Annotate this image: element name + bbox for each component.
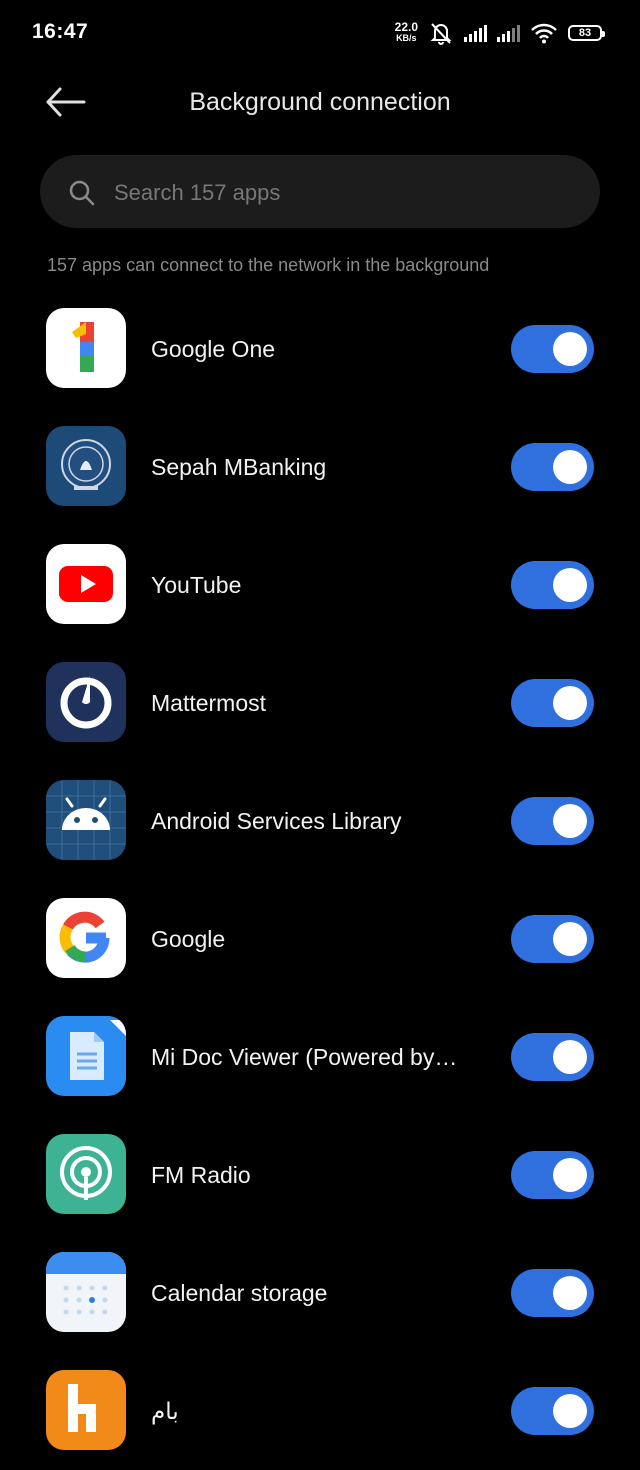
list-item[interactable]: Mattermost: [0, 644, 640, 762]
app-name: بام: [151, 1398, 179, 1424]
background-toggle[interactable]: [511, 915, 594, 963]
list-item[interactable]: FM Radio: [0, 1116, 640, 1234]
background-toggle[interactable]: [511, 797, 594, 845]
status-icons: 22.0 KB/s 83: [394, 18, 605, 48]
app-name: FM Radio: [151, 1162, 251, 1188]
background-toggle[interactable]: [511, 1033, 594, 1081]
list-item[interactable]: بام: [0, 1352, 640, 1470]
mute-bell-icon: [430, 23, 452, 45]
search-bar[interactable]: [40, 155, 600, 230]
list-item[interactable]: Google: [0, 880, 640, 998]
list-item[interactable]: Sepah MBanking: [0, 408, 640, 526]
android-icon: [46, 780, 126, 860]
app-name: Calendar storage: [151, 1280, 328, 1306]
list-item[interactable]: YouTube: [0, 526, 640, 644]
background-toggle[interactable]: [511, 325, 594, 373]
list-item[interactable]: Google One: [0, 290, 640, 408]
background-toggle[interactable]: [511, 561, 594, 609]
status-bar: 16:47 22.0 KB/s 83: [0, 0, 640, 64]
bam-icon: [46, 1370, 126, 1450]
list-item[interactable]: Calendar storage: [0, 1234, 640, 1352]
battery-level: 83: [578, 27, 592, 39]
app-name: YouTube: [151, 572, 242, 598]
background-toggle[interactable]: [511, 1151, 594, 1199]
mi-doc-viewer-icon: [46, 1016, 126, 1096]
wifi-icon: [531, 23, 557, 44]
list-item[interactable]: Mi Doc Viewer (Powered by…: [0, 998, 640, 1116]
app-name: Android Services Library: [151, 808, 402, 834]
page-title: Background connection: [189, 88, 451, 116]
network-speed-value: 22.0: [394, 20, 418, 34]
google-one-icon: [46, 308, 126, 388]
app-name: Sepah MBanking: [151, 454, 327, 480]
mattermost-icon: [46, 662, 126, 742]
youtube-icon: [46, 544, 126, 624]
calendar-storage-icon: [46, 1252, 126, 1332]
background-toggle[interactable]: [511, 1387, 594, 1435]
background-toggle[interactable]: [511, 1269, 594, 1317]
search-icon: [69, 180, 95, 206]
app-name: Google One: [151, 336, 276, 362]
signal-icon: [497, 24, 520, 42]
network-speed-unit: KB/s: [396, 33, 417, 43]
apps-count-caption: 157 apps can connect to the network in t…: [47, 255, 490, 275]
app-list: Google One Sepah MBanking YouTube Matter…: [0, 290, 640, 1470]
signal-icon: [464, 24, 487, 42]
network-speed: 22.0 KB/s: [394, 20, 418, 44]
fm-radio-icon: [46, 1134, 126, 1214]
google-g-icon: [46, 898, 126, 978]
background-toggle[interactable]: [511, 679, 594, 727]
app-name: Mi Doc Viewer (Powered by…: [151, 1044, 458, 1070]
status-time: 16:47: [32, 20, 89, 43]
battery-icon: 83: [568, 25, 605, 41]
background-toggle[interactable]: [511, 443, 594, 491]
app-name: Mattermost: [151, 690, 267, 716]
search-input[interactable]: [112, 155, 576, 230]
list-item[interactable]: Android Services Library: [0, 762, 640, 880]
sepah-bank-icon: [46, 426, 126, 506]
app-name: Google: [151, 926, 226, 952]
